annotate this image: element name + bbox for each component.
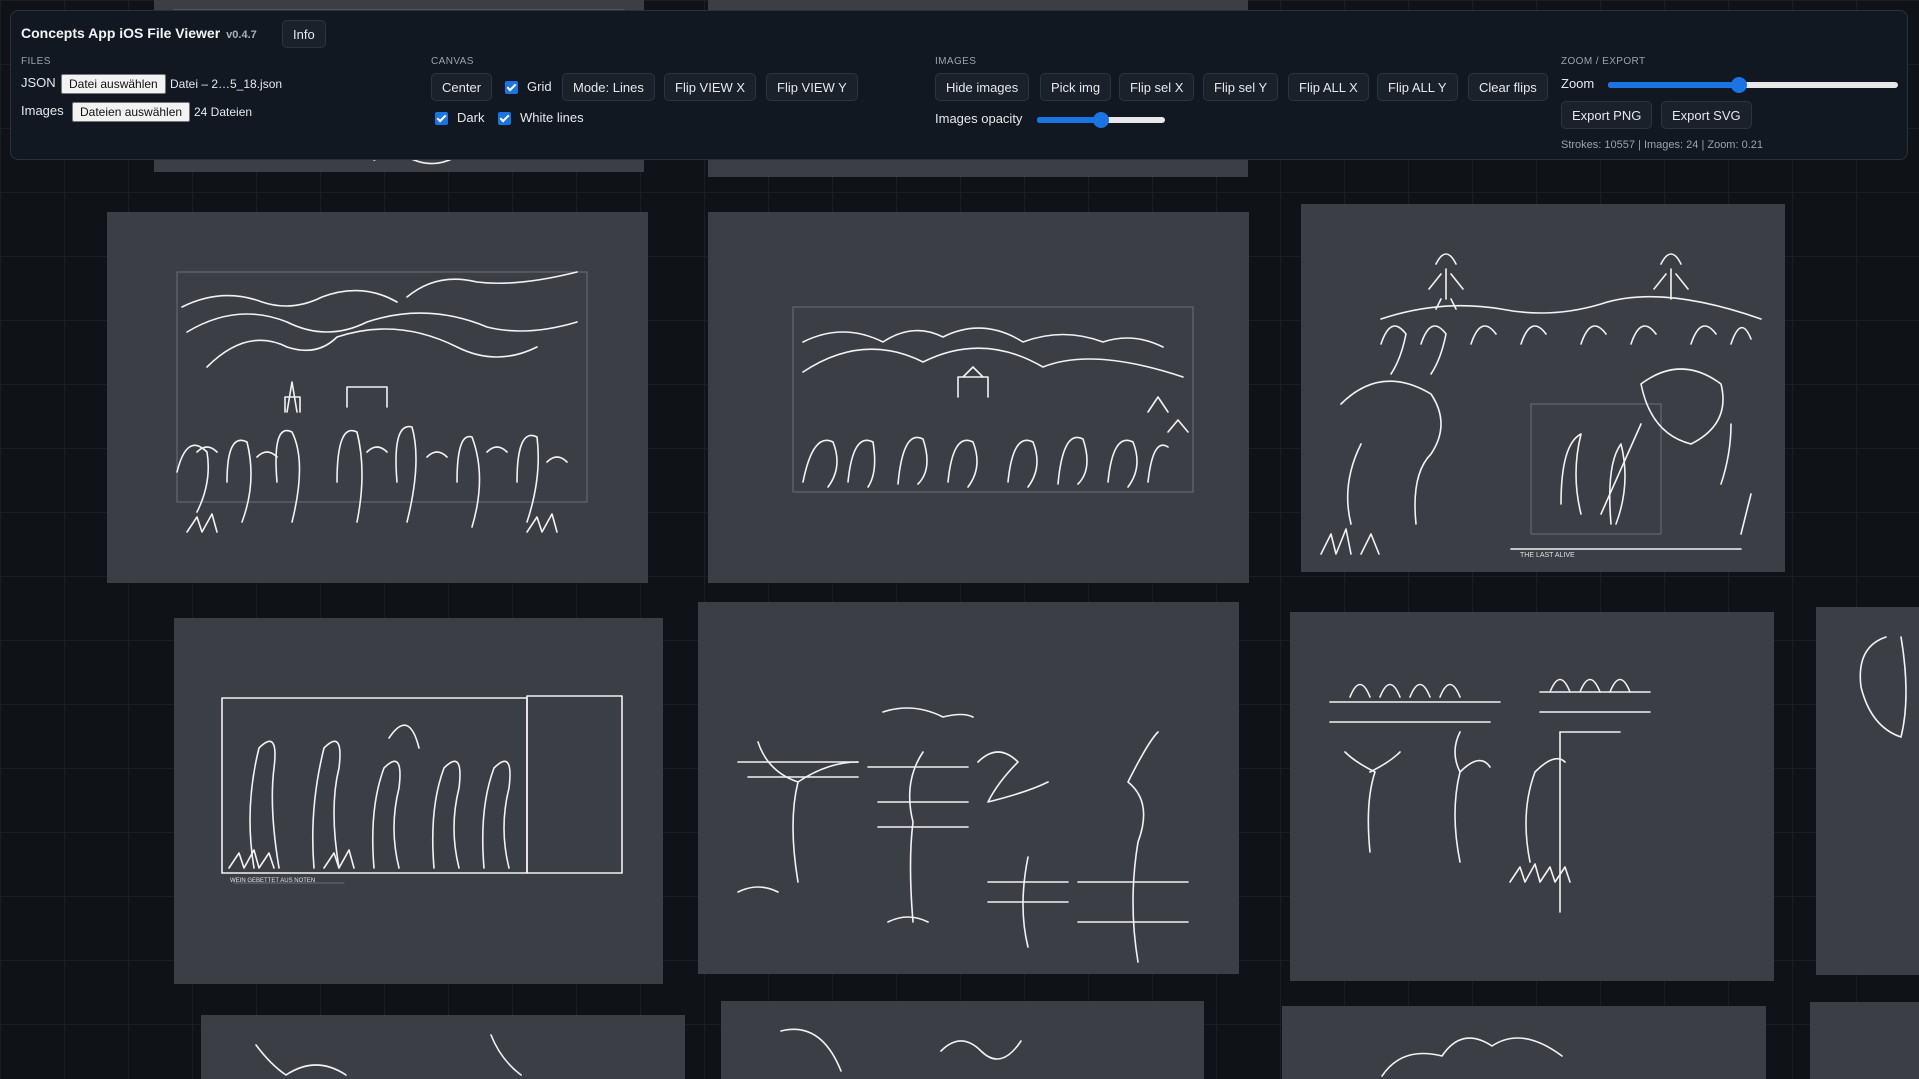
- images-opacity-label: Images opacity: [935, 111, 1023, 126]
- images-file-count: 24 Dateien: [194, 105, 253, 119]
- json-file-name: Datei – 2…5_18.json: [170, 77, 283, 91]
- image-tile-wine-notes[interactable]: WEIN GEBETTET AUS NOTEN: [174, 618, 663, 984]
- export-svg-button[interactable]: Export SVG: [1661, 101, 1752, 129]
- image-tile[interactable]: [1810, 1002, 1919, 1079]
- image-tile[interactable]: [201, 1015, 685, 1079]
- flip-view-y-button[interactable]: Flip VIEW Y: [766, 73, 858, 101]
- canvas-section-label: CANVAS: [431, 56, 474, 67]
- opacity-slider-thumb[interactable]: [1093, 112, 1109, 128]
- grid-checkbox[interactable]: [505, 81, 518, 94]
- image-tile-partial[interactable]: [1816, 607, 1919, 975]
- flip-all-x-button[interactable]: Flip ALL X: [1288, 73, 1369, 101]
- tile-caption: WEIN GEBETTET AUS NOTEN: [230, 878, 316, 884]
- dark-checkbox[interactable]: [435, 112, 448, 125]
- image-tile-the-last-alive[interactable]: [1301, 204, 1785, 572]
- image-tile-vine-studies[interactable]: [698, 602, 1239, 974]
- info-button[interactable]: Info: [282, 20, 326, 48]
- image-tile[interactable]: [1282, 1006, 1766, 1079]
- white-lines-checkbox[interactable]: [498, 112, 511, 125]
- image-tile-vineyard-village[interactable]: [107, 212, 648, 583]
- white-lines-label: White lines: [520, 110, 584, 125]
- dark-label: Dark: [457, 110, 485, 125]
- app-version: v0.4.7: [226, 29, 257, 41]
- tile-caption: THE LAST ALIVE: [1520, 552, 1575, 559]
- zoom-slider-fill: [1608, 82, 1739, 88]
- grid-label: Grid: [527, 79, 552, 94]
- drawing-canvas[interactable]: WEIN GEBETTET AUS NOTEN: [0, 0, 1919, 1079]
- clear-flips-button[interactable]: Clear flips: [1468, 73, 1548, 101]
- zoom-slider[interactable]: [1608, 77, 1898, 93]
- mode-button[interactable]: Mode: Lines: [562, 73, 655, 101]
- zoom-label: Zoom: [1561, 76, 1595, 91]
- toolbar-panel: Concepts App iOS File Viewer v0.4.7 Info …: [10, 10, 1908, 160]
- images-section-label: IMAGES: [935, 56, 977, 67]
- flip-view-x-button[interactable]: Flip VIEW X: [664, 73, 757, 101]
- opacity-slider-fill: [1037, 117, 1101, 123]
- image-tile-landscape[interactable]: [708, 212, 1249, 583]
- app-title-text: Concepts App iOS File Viewer: [21, 25, 221, 41]
- pick-img-button[interactable]: Pick img: [1040, 73, 1112, 101]
- export-png-button[interactable]: Export PNG: [1561, 101, 1653, 129]
- json-file-button[interactable]: Datei auswählen: [61, 74, 166, 94]
- json-label: JSON: [21, 75, 56, 90]
- images-file-button[interactable]: Dateien auswählen: [72, 102, 191, 122]
- flip-sel-y-button[interactable]: Flip sel Y: [1203, 73, 1279, 101]
- hide-images-button[interactable]: Hide images: [935, 73, 1030, 101]
- image-tile-pergola[interactable]: [1290, 612, 1774, 981]
- images-label: Images: [21, 103, 64, 118]
- flip-sel-x-button[interactable]: Flip sel X: [1119, 73, 1195, 101]
- image-tile[interactable]: [721, 1001, 1204, 1079]
- files-section-label: FILES: [21, 56, 51, 67]
- center-button[interactable]: Center: [431, 73, 493, 101]
- flip-all-y-button[interactable]: Flip ALL Y: [1377, 73, 1458, 101]
- status-stats: Strokes: 10557 | Images: 24 | Zoom: 0.21: [1561, 139, 1763, 151]
- zoom-slider-thumb[interactable]: [1730, 77, 1747, 93]
- zoom-export-section-label: ZOOM / EXPORT: [1561, 56, 1646, 67]
- app-title: Concepts App iOS File Viewer v0.4.7: [21, 25, 257, 41]
- images-opacity-slider[interactable]: [1037, 112, 1165, 128]
